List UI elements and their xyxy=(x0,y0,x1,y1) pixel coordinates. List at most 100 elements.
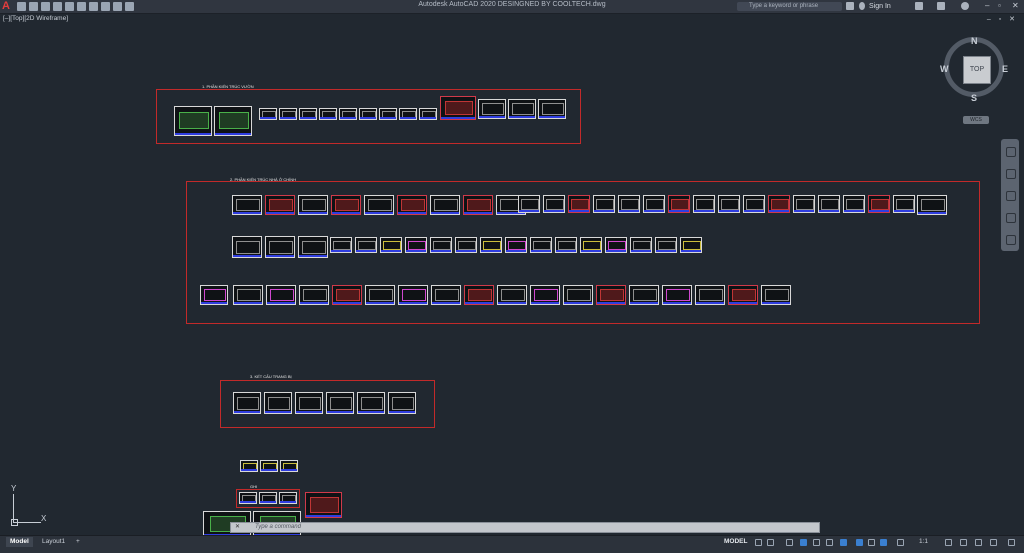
drawing-sheet[interactable] xyxy=(397,195,427,215)
drawing-sheet[interactable] xyxy=(761,285,791,305)
drawing-sheet[interactable] xyxy=(388,392,416,414)
drawing-sheet[interactable] xyxy=(655,237,677,253)
drawing-sheet[interactable] xyxy=(214,106,252,136)
drawing-sheet[interactable] xyxy=(593,195,615,213)
drawing-sheet[interactable] xyxy=(843,195,865,213)
drawing-sheet[interactable] xyxy=(232,236,262,258)
restore-button[interactable]: ▫ xyxy=(998,0,1001,12)
clean-screen-icon[interactable] xyxy=(990,539,997,546)
drawing-sheet[interactable] xyxy=(332,285,362,305)
drawing-sheet[interactable] xyxy=(643,195,665,213)
drawing-sheet[interactable] xyxy=(295,392,323,414)
drawing-sheet[interactable] xyxy=(355,237,377,253)
search-input[interactable]: Type a keyword or phrase xyxy=(737,2,842,11)
command-line[interactable]: ✕ Type a command xyxy=(230,522,820,533)
drawing-sheet[interactable] xyxy=(478,99,506,119)
drawing-sheet[interactable] xyxy=(505,237,527,253)
annotation-monitor-icon[interactable] xyxy=(960,539,967,546)
drawing-sheet[interactable] xyxy=(240,460,258,472)
pan-icon[interactable] xyxy=(1006,169,1016,179)
drawing-sheet[interactable] xyxy=(326,392,354,414)
ortho-icon[interactable] xyxy=(786,539,793,546)
drawing-sheet[interactable] xyxy=(728,285,758,305)
drawing-sheet[interactable] xyxy=(232,195,262,215)
object-snap-tracking-icon[interactable] xyxy=(826,539,833,546)
drawing-sheet[interactable] xyxy=(818,195,840,213)
drawing-sheet[interactable] xyxy=(279,492,297,504)
drawing-sheet[interactable] xyxy=(868,195,890,213)
drawing-sheet[interactable] xyxy=(605,237,627,253)
drawing-sheet[interactable] xyxy=(768,195,790,213)
drawing-sheet[interactable] xyxy=(680,237,702,253)
add-layout-button[interactable]: + xyxy=(72,537,84,547)
drawing-sheet[interactable] xyxy=(174,106,212,136)
workspace-gear-icon[interactable] xyxy=(945,539,952,546)
drawing-sheet[interactable] xyxy=(200,285,228,305)
exchange-apps-icon[interactable] xyxy=(937,2,945,10)
drawing-sheet[interactable] xyxy=(455,237,477,253)
drawing-sheet[interactable] xyxy=(379,108,397,120)
zoom-extents-icon[interactable] xyxy=(1006,191,1016,201)
drawing-sheet[interactable] xyxy=(430,195,460,215)
drawing-sheet[interactable] xyxy=(463,195,493,215)
wcs-menu[interactable]: WCS xyxy=(963,116,989,124)
drawing-sheet[interactable] xyxy=(464,285,494,305)
drawing-sheet[interactable] xyxy=(693,195,715,213)
drawing-sheet[interactable] xyxy=(596,285,626,305)
drawing-sheet[interactable] xyxy=(305,492,342,518)
drawing-sheet[interactable] xyxy=(629,285,659,305)
drawing-sheet[interactable] xyxy=(718,195,740,213)
steering-wheel-icon[interactable] xyxy=(1006,147,1016,157)
polar-tracking-icon[interactable] xyxy=(800,539,807,546)
minimize-button[interactable]: – xyxy=(985,0,989,12)
compass-east[interactable]: E xyxy=(1002,64,1008,74)
annotation-visibility-icon[interactable] xyxy=(897,539,904,546)
drawing-sheet[interactable] xyxy=(357,392,385,414)
drawing-sheet[interactable] xyxy=(662,285,692,305)
drawing-sheet[interactable] xyxy=(431,285,461,305)
drawing-sheet[interactable] xyxy=(440,96,476,120)
drawing-sheet[interactable] xyxy=(695,285,725,305)
drawing-sheet[interactable] xyxy=(543,195,565,213)
drawing-sheet[interactable] xyxy=(538,99,566,119)
command-line-close-icon[interactable]: ✕ xyxy=(235,523,240,532)
transparency-icon[interactable] xyxy=(868,539,875,546)
isodraft-icon[interactable] xyxy=(813,539,820,546)
isolate-objects-icon[interactable] xyxy=(975,539,982,546)
compass-west[interactable]: W xyxy=(940,64,949,74)
model-space-toggle[interactable]: MODEL xyxy=(724,538,747,545)
drawing-sheet[interactable] xyxy=(265,195,295,215)
drawing-sheet[interactable] xyxy=(330,237,352,253)
help-icon[interactable] xyxy=(961,2,969,10)
annotation-scale[interactable]: 1:1 xyxy=(919,538,928,545)
drawing-sheet[interactable] xyxy=(497,285,527,305)
drawing-sheet[interactable] xyxy=(298,195,328,215)
snap-icon[interactable] xyxy=(767,539,774,546)
drawing-sheet[interactable] xyxy=(917,195,947,215)
drawing-sheet[interactable] xyxy=(530,285,560,305)
object-snap-icon[interactable] xyxy=(840,539,847,546)
compass-south[interactable]: S xyxy=(971,93,977,103)
viewcube-top-face[interactable]: TOP xyxy=(963,56,991,84)
drawing-sheet[interactable] xyxy=(279,108,297,120)
drawing-sheet[interactable] xyxy=(233,392,261,414)
drawing-sheet[interactable] xyxy=(793,195,815,213)
drawing-sheet[interactable] xyxy=(259,108,277,120)
drawing-sheet[interactable] xyxy=(668,195,690,213)
drawing-sheet[interactable] xyxy=(299,108,317,120)
drawing-sheet[interactable] xyxy=(380,237,402,253)
compass-north[interactable]: N xyxy=(971,36,978,46)
drawing-sheet[interactable] xyxy=(398,285,428,305)
tab-model[interactable]: Model xyxy=(6,537,33,547)
drawing-sheet[interactable] xyxy=(260,460,278,472)
drawing-sheet[interactable] xyxy=(518,195,540,213)
selection-cycling-icon[interactable] xyxy=(880,539,887,546)
drawing-sheet[interactable] xyxy=(419,108,437,120)
drawing-sheet[interactable] xyxy=(630,237,652,253)
drawing-sheet[interactable] xyxy=(259,492,277,504)
drawing-sheet[interactable] xyxy=(331,195,361,215)
drawing-sheet[interactable] xyxy=(480,237,502,253)
orbit-icon[interactable] xyxy=(1006,213,1016,223)
drawing-sheet[interactable] xyxy=(359,108,377,120)
drawing-sheet[interactable] xyxy=(266,285,296,305)
